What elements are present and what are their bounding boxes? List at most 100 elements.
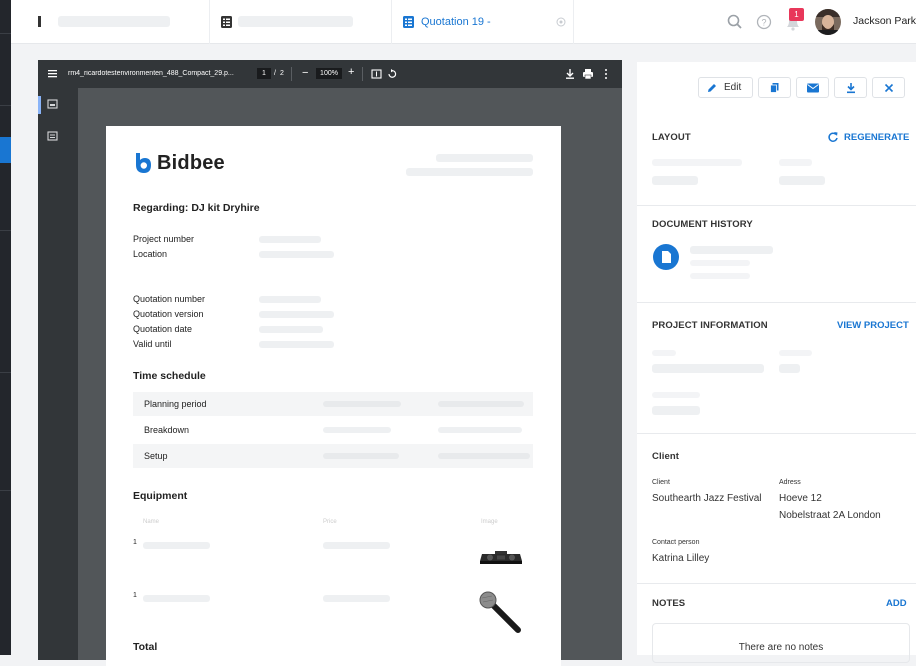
bidbee-logo-icon <box>136 153 151 173</box>
contact-person-label: Contact person <box>652 539 700 546</box>
copy-button[interactable] <box>758 77 791 98</box>
zoom-out-icon[interactable]: − <box>302 67 308 79</box>
sidebar-active-item[interactable] <box>0 137 11 163</box>
client-label: Client <box>652 479 670 486</box>
page-number-input[interactable]: 1 <box>257 68 271 79</box>
field-label: Location <box>133 249 168 259</box>
equipment-name-placeholder <box>143 595 210 602</box>
more-options-icon[interactable] <box>603 68 609 80</box>
notes-empty-text: There are no notes <box>738 642 824 653</box>
add-note-link[interactable]: ADD <box>886 598 907 609</box>
search-icon[interactable] <box>725 12 745 32</box>
sidebar-divider <box>0 490 11 491</box>
layout-placeholder <box>652 159 742 166</box>
download-icon <box>847 83 855 94</box>
rotate-icon[interactable] <box>386 68 398 80</box>
download-button[interactable] <box>834 77 867 98</box>
microphone-image <box>479 591 521 633</box>
field-value-placeholder <box>259 296 321 303</box>
project-information-title: PROJECT INFORMATION <box>652 320 768 331</box>
section-divider <box>637 302 916 303</box>
field-label: Valid until <box>133 339 172 349</box>
menu-icon[interactable] <box>48 69 60 79</box>
total-heading: Total <box>133 641 158 653</box>
mail-icon <box>807 83 819 93</box>
history-placeholder <box>690 273 750 279</box>
page-separator: / <box>274 70 276 77</box>
regarding-heading: Regarding: DJ kit Dryhire <box>133 202 260 214</box>
project-placeholder <box>652 392 700 398</box>
schedule-value-placeholder <box>438 453 530 459</box>
sidebar-divider <box>0 372 11 373</box>
section-divider <box>637 583 916 584</box>
project-placeholder <box>652 364 764 373</box>
address-label: Adress <box>779 479 801 486</box>
print-icon[interactable] <box>582 68 594 80</box>
layout-placeholder <box>779 176 825 185</box>
details-panel: Edit LAYOUT REGENERATE DOCUMENT HISTORY … <box>637 62 916 663</box>
notes-section-title: NOTES <box>652 598 686 609</box>
pdf-viewer: rm4_ricardotestenvironmenten_488_Compact… <box>38 60 622 666</box>
history-placeholder <box>690 260 750 266</box>
table-icon <box>38 16 41 27</box>
help-icon[interactable]: ? <box>754 12 774 32</box>
dj-controller-image <box>480 551 522 564</box>
bidbee-logo-text: Bidbee <box>157 152 225 174</box>
email-button[interactable] <box>796 77 829 98</box>
tab-quotation-label: Quotation 19 - <box>421 16 491 28</box>
section-divider <box>637 205 916 206</box>
field-label: Quotation number <box>133 294 206 304</box>
schedule-label: Planning period <box>144 399 207 409</box>
active-thumb-indicator <box>38 96 41 114</box>
refresh-icon[interactable] <box>827 131 839 143</box>
schedule-row: Setup <box>133 444 533 468</box>
sidebar-divider <box>0 230 11 231</box>
toolbar-divider <box>291 67 292 81</box>
edit-button[interactable]: Edit <box>698 77 753 98</box>
svg-text:?: ? <box>761 17 766 27</box>
tab-1[interactable] <box>11 0 210 44</box>
column-header: Name <box>143 519 160 525</box>
field-label: Quotation version <box>133 309 204 319</box>
schedule-value-placeholder <box>438 427 522 433</box>
address-line1: Hoeve 12 <box>779 493 822 504</box>
tab-close-icon[interactable] <box>554 15 568 29</box>
download-icon[interactable] <box>564 68 576 80</box>
user-name[interactable]: Jackson Parke <box>853 15 916 27</box>
pdf-thumbnail-bar <box>38 88 78 660</box>
pdf-toolbar: rm4_ricardotestenvironmenten_488_Compact… <box>38 60 622 88</box>
fit-page-icon[interactable] <box>371 68 383 80</box>
zoom-input[interactable]: 100% <box>316 68 342 79</box>
zoom-in-icon[interactable]: + <box>348 66 354 78</box>
notification-badge: 1 <box>789 8 804 21</box>
outline-icon[interactable] <box>47 131 59 143</box>
top-bar: Quotation 19 - ? 1 Jackson Parke <box>11 0 916 44</box>
client-value: Southearth Jazz Festival <box>652 493 762 504</box>
close-icon <box>884 83 894 93</box>
field-value-placeholder <box>259 251 334 258</box>
company-info-placeholder <box>436 154 533 162</box>
schedule-value-placeholder <box>323 427 391 433</box>
project-placeholder <box>779 350 812 356</box>
field-value-placeholder <box>259 326 323 333</box>
regenerate-link[interactable]: REGENERATE <box>844 132 909 143</box>
pdf-filename: rm4_ricardotestenvironmenten_488_Compact… <box>68 70 234 77</box>
close-button[interactable] <box>872 77 905 98</box>
field-value-placeholder <box>259 311 334 318</box>
avatar[interactable] <box>814 8 842 36</box>
thumbnail-icon[interactable] <box>47 99 59 111</box>
schedule-value-placeholder <box>323 453 399 459</box>
history-document-icon <box>653 244 679 270</box>
toolbar-divider <box>362 67 363 81</box>
tab-label-placeholder <box>58 16 170 27</box>
sidebar-divider <box>0 33 11 34</box>
client-section-title: Client <box>652 451 679 462</box>
equipment-name-placeholder <box>143 542 210 549</box>
schedule-value-placeholder <box>438 401 524 407</box>
layout-placeholder <box>779 159 812 166</box>
tab-2[interactable] <box>210 0 392 44</box>
document-history-title: DOCUMENT HISTORY <box>652 219 753 230</box>
view-project-link[interactable]: VIEW PROJECT <box>837 320 909 331</box>
field-value-placeholder <box>259 341 334 348</box>
layout-placeholder <box>652 176 698 185</box>
